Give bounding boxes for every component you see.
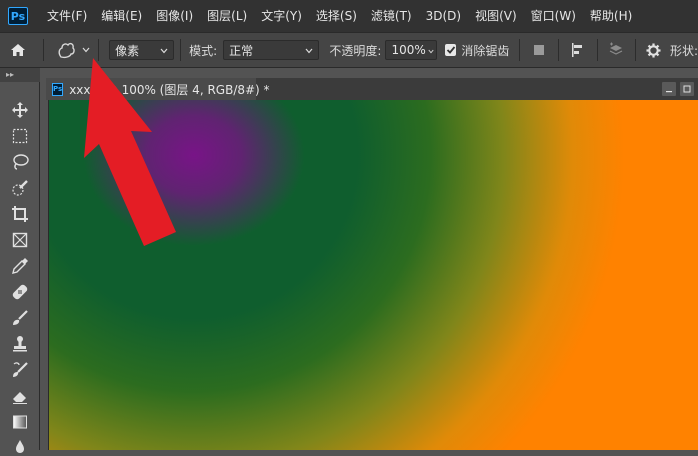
custom-shape-tool-icon	[56, 41, 76, 59]
menu-type[interactable]: 文字(Y)	[254, 0, 309, 32]
options-divider	[558, 39, 559, 61]
options-divider	[98, 39, 100, 61]
options-bar: 像素 模式: 正常 不透明度: 100% 消除锯齿 形状:	[0, 32, 698, 68]
chevron-down-icon	[160, 43, 168, 57]
clone-stamp-tool-icon[interactable]	[10, 334, 30, 354]
lasso-tool-icon[interactable]	[10, 152, 30, 172]
marquee-tool-icon[interactable]	[10, 126, 30, 146]
chevron-down-icon	[428, 43, 434, 57]
blend-mode-label: 模式:	[189, 43, 218, 58]
tool-mode-value: 像素	[115, 43, 140, 58]
blend-mode-select[interactable]: 正常	[223, 40, 320, 60]
options-divider	[596, 39, 598, 61]
healing-brush-tool-icon[interactable]	[10, 282, 30, 302]
path-operations-icon[interactable]	[526, 44, 552, 56]
menu-edit[interactable]: 编辑(E)	[94, 0, 149, 32]
path-alignment-icon[interactable]	[565, 42, 591, 58]
menu-file[interactable]: 文件(F)	[40, 0, 94, 32]
shape-label: 形状:	[670, 43, 698, 58]
blur-tool-icon[interactable]	[10, 436, 30, 456]
brush-tool-icon[interactable]	[10, 308, 30, 328]
gradient-tool-icon[interactable]	[10, 412, 30, 432]
tools-panel	[0, 82, 40, 453]
quick-selection-tool-icon[interactable]	[10, 178, 30, 198]
document-tab-strip: Ps xxx. @ 100% (图层 4, RGB/8#) *	[46, 78, 698, 100]
maximize-button[interactable]	[680, 82, 694, 96]
eraser-tool-icon[interactable]	[10, 386, 30, 406]
menu-view[interactable]: 视图(V)	[468, 0, 524, 32]
path-arrangement-icon[interactable]	[603, 42, 629, 58]
options-divider	[180, 39, 182, 61]
move-tool-icon[interactable]	[10, 100, 30, 120]
frame-tool-icon[interactable]	[10, 230, 30, 250]
tool-mode-select[interactable]: 像素	[109, 40, 175, 60]
opacity-label: 不透明度:	[329, 43, 382, 58]
options-divider	[519, 39, 521, 61]
chevron-down-icon	[82, 47, 90, 53]
document-canvas[interactable]	[48, 100, 698, 450]
menu-help[interactable]: 帮助(H)	[583, 0, 639, 32]
document-tab[interactable]: Ps xxx. @ 100% (图层 4, RGB/8#) *	[46, 78, 270, 100]
menu-bar: Ps 文件(F) 编辑(E) 图像(I) 图层(L) 文字(Y) 选择(S) 滤…	[0, 0, 698, 32]
antialias-checkbox[interactable]	[445, 44, 457, 56]
gear-icon[interactable]	[642, 42, 664, 58]
chevron-down-icon	[305, 43, 313, 57]
photoshop-logo-icon: Ps	[8, 7, 28, 25]
minimize-button[interactable]	[662, 82, 676, 96]
options-divider	[42, 39, 44, 61]
blend-mode-value: 正常	[229, 43, 254, 58]
menu-layer[interactable]: 图层(L)	[200, 0, 254, 32]
options-divider	[635, 39, 637, 61]
menu-window[interactable]: 窗口(W)	[524, 0, 583, 32]
antialias-label: 消除锯齿	[461, 43, 510, 58]
crop-tool-icon[interactable]	[10, 204, 30, 224]
opacity-field[interactable]: 100%	[385, 40, 438, 60]
history-brush-tool-icon[interactable]	[10, 360, 30, 380]
photoshop-document-icon: Ps	[52, 82, 64, 96]
menu-filter[interactable]: 滤镜(T)	[364, 0, 419, 32]
tools-panel-collapse[interactable]: ▸▸	[0, 68, 40, 82]
menu-image[interactable]: 图像(I)	[149, 0, 200, 32]
menu-3d[interactable]: 3D(D)	[419, 0, 468, 32]
tool-preset-picker[interactable]	[50, 41, 93, 59]
menu-select[interactable]: 选择(S)	[309, 0, 364, 32]
opacity-value: 100%	[391, 43, 426, 57]
home-icon[interactable]	[0, 43, 37, 57]
document-tab-title: xxx. @ 100% (图层 4, RGB/8#) *	[69, 82, 270, 97]
eyedropper-tool-icon[interactable]	[10, 256, 30, 276]
